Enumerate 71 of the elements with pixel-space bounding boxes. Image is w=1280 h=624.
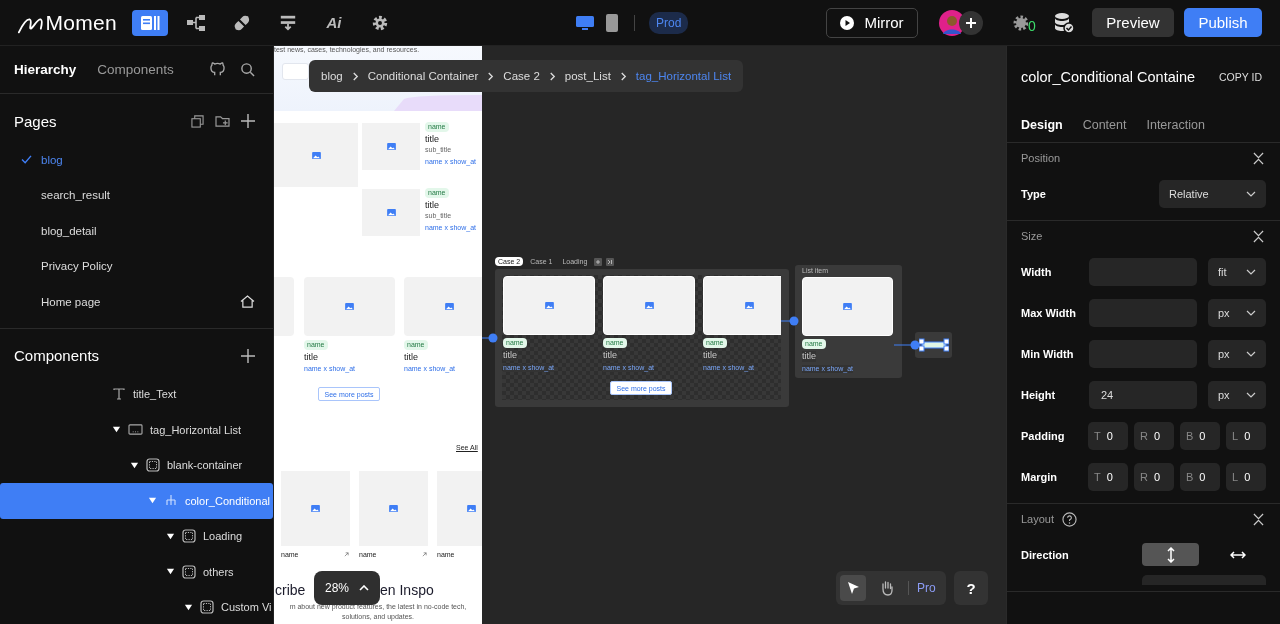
breadcrumb-item[interactable]: Conditional Container (367, 70, 479, 82)
page-item[interactable]: Privacy Policy (0, 248, 273, 284)
copy-id-button[interactable]: COPY ID (1219, 71, 1262, 83)
unit-select[interactable]: px (1208, 298, 1266, 327)
section-title: Layout (1021, 513, 1055, 525)
mirror-button[interactable]: Mirror (826, 7, 918, 38)
publish-button[interactable]: Publish (1184, 8, 1262, 37)
subscribe-heading: cribe (275, 582, 306, 598)
field-label: Direction (1021, 548, 1070, 561)
breadcrumb-item[interactable]: blog (321, 70, 343, 82)
section-title: Size (1021, 230, 1043, 242)
page-item[interactable]: search_result (0, 177, 273, 213)
spacing-input[interactable]: B 0 (1180, 462, 1220, 491)
environment-badge[interactable]: Prod (649, 11, 689, 34)
inspector-tab[interactable]: Content (1082, 118, 1127, 132)
post-title: title (404, 352, 418, 363)
spacing-input[interactable]: T 0 (1088, 421, 1128, 450)
field-label: Margin (1021, 470, 1059, 483)
help-button[interactable]: ? (954, 571, 988, 605)
inspector-tab[interactable]: Interaction (1146, 118, 1205, 132)
component-title: color_Conditional Containe (1021, 69, 1196, 85)
spacing-input[interactable]: L 0 (1226, 462, 1266, 491)
panel-tab[interactable]: Hierarchy (14, 62, 77, 77)
field-label: Max Width (1021, 306, 1077, 319)
momen-logo: Momen (17, 10, 117, 35)
spacing-input[interactable]: L 0 (1226, 421, 1266, 450)
post-title: title (802, 351, 816, 362)
panel-tab[interactable]: Components (97, 62, 174, 77)
ai-nav-button[interactable]: Ai (316, 9, 352, 36)
tree-item[interactable]: title_Text (0, 376, 273, 412)
issues-count: 0 (1028, 18, 1036, 33)
tree-item[interactable]: tag_Horizontal List (0, 412, 273, 448)
inspector-tab[interactable]: Design (1021, 118, 1063, 132)
field-label: Width (1021, 265, 1053, 278)
spacing-input[interactable]: R 0 (1134, 462, 1174, 491)
tree-item[interactable]: Custom Vi (0, 589, 273, 624)
spacing-input[interactable]: R 0 (1134, 421, 1174, 450)
field-label: Padding (1021, 429, 1066, 442)
unit-select[interactable]: px (1208, 380, 1266, 409)
page-item[interactable]: blog_detail (0, 213, 273, 249)
post-title: title (703, 350, 717, 361)
field-label: Height (1021, 388, 1057, 401)
page-item[interactable]: blog (0, 142, 273, 178)
subscribe-heading: en Inspo (380, 582, 434, 598)
breadcrumb-item[interactable]: tag_Horizontal List (635, 70, 732, 82)
pages-heading: Pages (14, 112, 57, 130)
tree-item[interactable]: others (0, 554, 273, 590)
field-label: Min Width (1021, 347, 1075, 360)
post-title: title (425, 200, 439, 211)
page-item[interactable]: Home page (0, 284, 273, 320)
tree-item[interactable]: color_Conditional (0, 483, 273, 519)
field-label: Type (1021, 187, 1047, 200)
spacing-input[interactable]: T 0 (1088, 462, 1128, 491)
post-title: title (603, 350, 617, 361)
unit-select[interactable]: px (1208, 339, 1266, 368)
zoom-control[interactable]: 28% (314, 571, 380, 605)
post-title: title (425, 134, 439, 145)
spacing-input[interactable]: B 0 (1180, 421, 1220, 450)
breadcrumb-item[interactable]: Case 2 (503, 70, 540, 82)
components-heading: Components (14, 347, 100, 364)
preview-button[interactable]: Preview (1092, 8, 1174, 37)
tree-item[interactable]: Loading (0, 518, 273, 554)
type-select[interactable]: Relative (1159, 179, 1266, 208)
post-title: title (304, 352, 318, 363)
plan-label[interactable]: Pro (917, 581, 936, 595)
unit-select[interactable]: fit (1208, 257, 1266, 286)
size-input[interactable]: 24 (1089, 380, 1197, 409)
breadcrumb-item[interactable]: post_List (564, 70, 611, 82)
section-title: Position (1021, 152, 1061, 164)
tree-item[interactable]: blank-container (0, 447, 273, 483)
post-title: title (503, 350, 517, 361)
